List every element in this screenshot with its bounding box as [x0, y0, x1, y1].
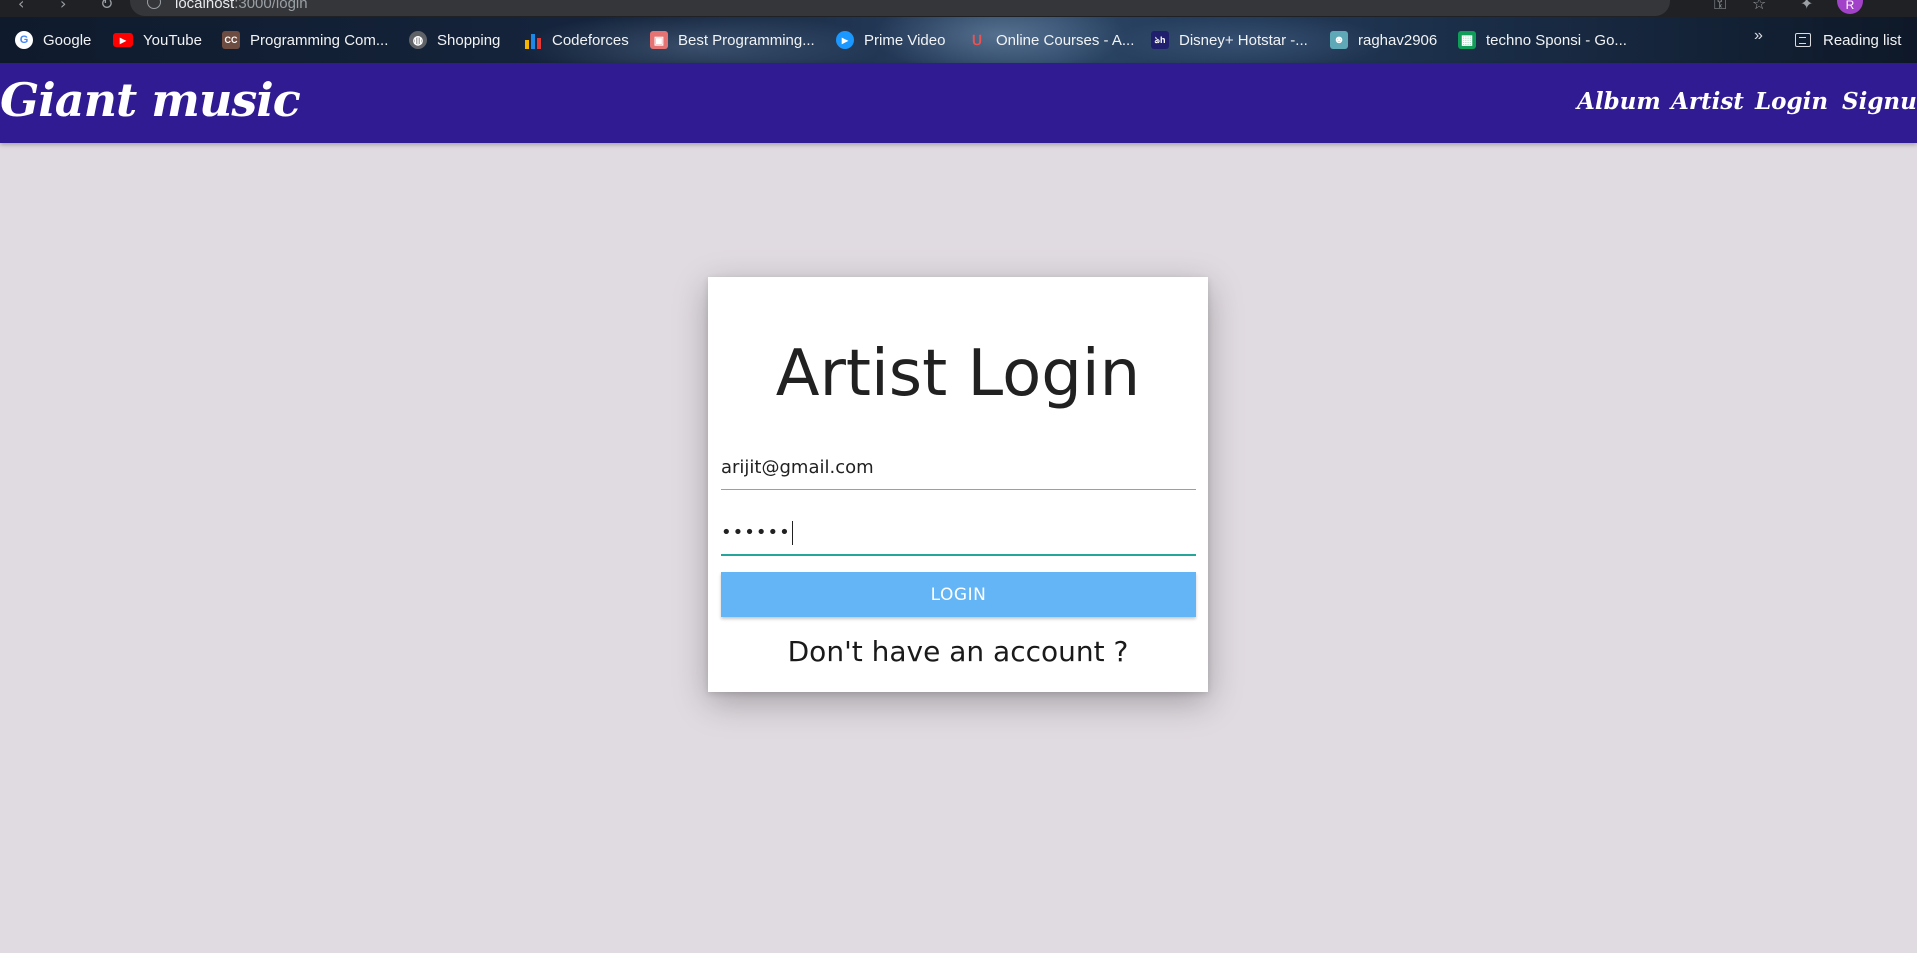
bookmark-techno-sponsi[interactable]: ▦ techno Sponsi - Go... — [1458, 17, 1627, 63]
bookmark-label: Google — [43, 31, 92, 49]
bookmarks-bar: G Google ▶ YouTube CC Programming Com...… — [0, 17, 1917, 63]
text-caret — [791, 521, 794, 545]
bookmark-prime-video[interactable]: ▶ Prime Video — [836, 17, 945, 63]
bookmark-programming-com[interactable]: CC Programming Com... — [222, 17, 388, 63]
google-icon: G — [15, 31, 33, 49]
email-field[interactable] — [721, 447, 1196, 487]
reading-list-label: Reading list — [1823, 31, 1902, 49]
extensions-icon[interactable]: ✦ — [1800, 0, 1813, 13]
bookmark-label: Online Courses - A... — [996, 31, 1135, 49]
profile-avatar[interactable]: R — [1837, 0, 1863, 14]
reload-icon[interactable]: ↻ — [100, 0, 113, 13]
codeforces-icon — [524, 31, 542, 49]
youtube-icon: ▶ — [113, 33, 133, 47]
bookmark-youtube[interactable]: ▶ YouTube — [113, 17, 202, 63]
bookmark-best-programming[interactable]: ▣ Best Programming... — [650, 17, 815, 63]
app-navbar: Giant music Album Artist Login Signup — [0, 63, 1917, 143]
password-value: •••••• — [721, 521, 794, 545]
login-card: Artist Login •••••• LOGIN Don't have an … — [708, 277, 1208, 692]
reading-list-button[interactable]: Reading list — [1795, 17, 1901, 63]
bookmark-label: Prime Video — [864, 31, 946, 49]
globe-icon: ◍ — [409, 31, 427, 49]
bookmark-label: Programming Com... — [250, 31, 389, 49]
bookmark-label: raghav2906 — [1358, 31, 1438, 49]
forward-icon[interactable]: › — [60, 0, 66, 13]
bookmark-label: YouTube — [143, 31, 202, 49]
nav-link-signup[interactable]: Signup — [1842, 88, 1917, 115]
page-title: Artist Login — [775, 337, 1141, 411]
bookmark-raghav2906[interactable]: ☻ raghav2906 — [1330, 17, 1437, 63]
email-field-wrapper — [721, 447, 1196, 490]
nav-link-login[interactable]: Login — [1755, 88, 1828, 115]
prime-video-icon: ▶ — [836, 31, 854, 49]
bookmark-label: techno Sponsi - Go... — [1486, 31, 1627, 49]
password-underline-active — [721, 554, 1196, 556]
password-field[interactable]: •••••• — [721, 511, 1196, 556]
bookmark-label: Disney+ Hotstar -... — [1179, 31, 1308, 49]
avatar-icon: ☻ — [1330, 31, 1348, 49]
reading-list-icon — [1795, 33, 1811, 47]
bookmark-label: Shopping — [437, 31, 501, 49]
bookmark-hotstar[interactable]: ঌh Disney+ Hotstar -... — [1151, 17, 1308, 63]
brand-logo[interactable]: Giant music — [0, 73, 301, 127]
more-bookmarks-icon[interactable]: » — [1754, 27, 1763, 45]
cc-icon: CC — [222, 31, 240, 49]
key-icon[interactable]: ⚿ — [1714, 0, 1726, 14]
nav-link-artist[interactable]: Artist — [1671, 88, 1744, 115]
back-icon[interactable]: ‹ — [18, 0, 24, 13]
hotstar-icon: ঌh — [1151, 31, 1169, 49]
browser-address-bar: ‹ › ↻ localhost:3000/login ⚿ ☆ ✦ R — [0, 0, 1917, 17]
bookmark-label: Best Programming... — [678, 31, 815, 49]
bookmark-codeforces[interactable]: Codeforces — [524, 17, 629, 63]
udemy-icon: ᑌ — [971, 31, 983, 48]
login-button[interactable]: LOGIN — [721, 572, 1196, 617]
bookmark-google[interactable]: G Google — [15, 17, 91, 63]
url-text: localhost:3000/login — [175, 0, 308, 12]
signup-link[interactable]: Don't have an account ? — [708, 635, 1208, 668]
sheets-icon: ▦ — [1458, 31, 1476, 49]
email-underline — [721, 489, 1196, 490]
nav-link-album[interactable]: Album — [1577, 88, 1661, 115]
bookmark-label: Codeforces — [552, 31, 629, 49]
star-icon[interactable]: ☆ — [1752, 0, 1766, 13]
bookmark-shopping[interactable]: ◍ Shopping — [409, 17, 500, 63]
bookmark-online-courses[interactable]: ᑌ Online Courses - A... — [968, 17, 1135, 63]
cube-icon: ▣ — [650, 31, 668, 49]
url-field[interactable] — [130, 0, 1670, 16]
